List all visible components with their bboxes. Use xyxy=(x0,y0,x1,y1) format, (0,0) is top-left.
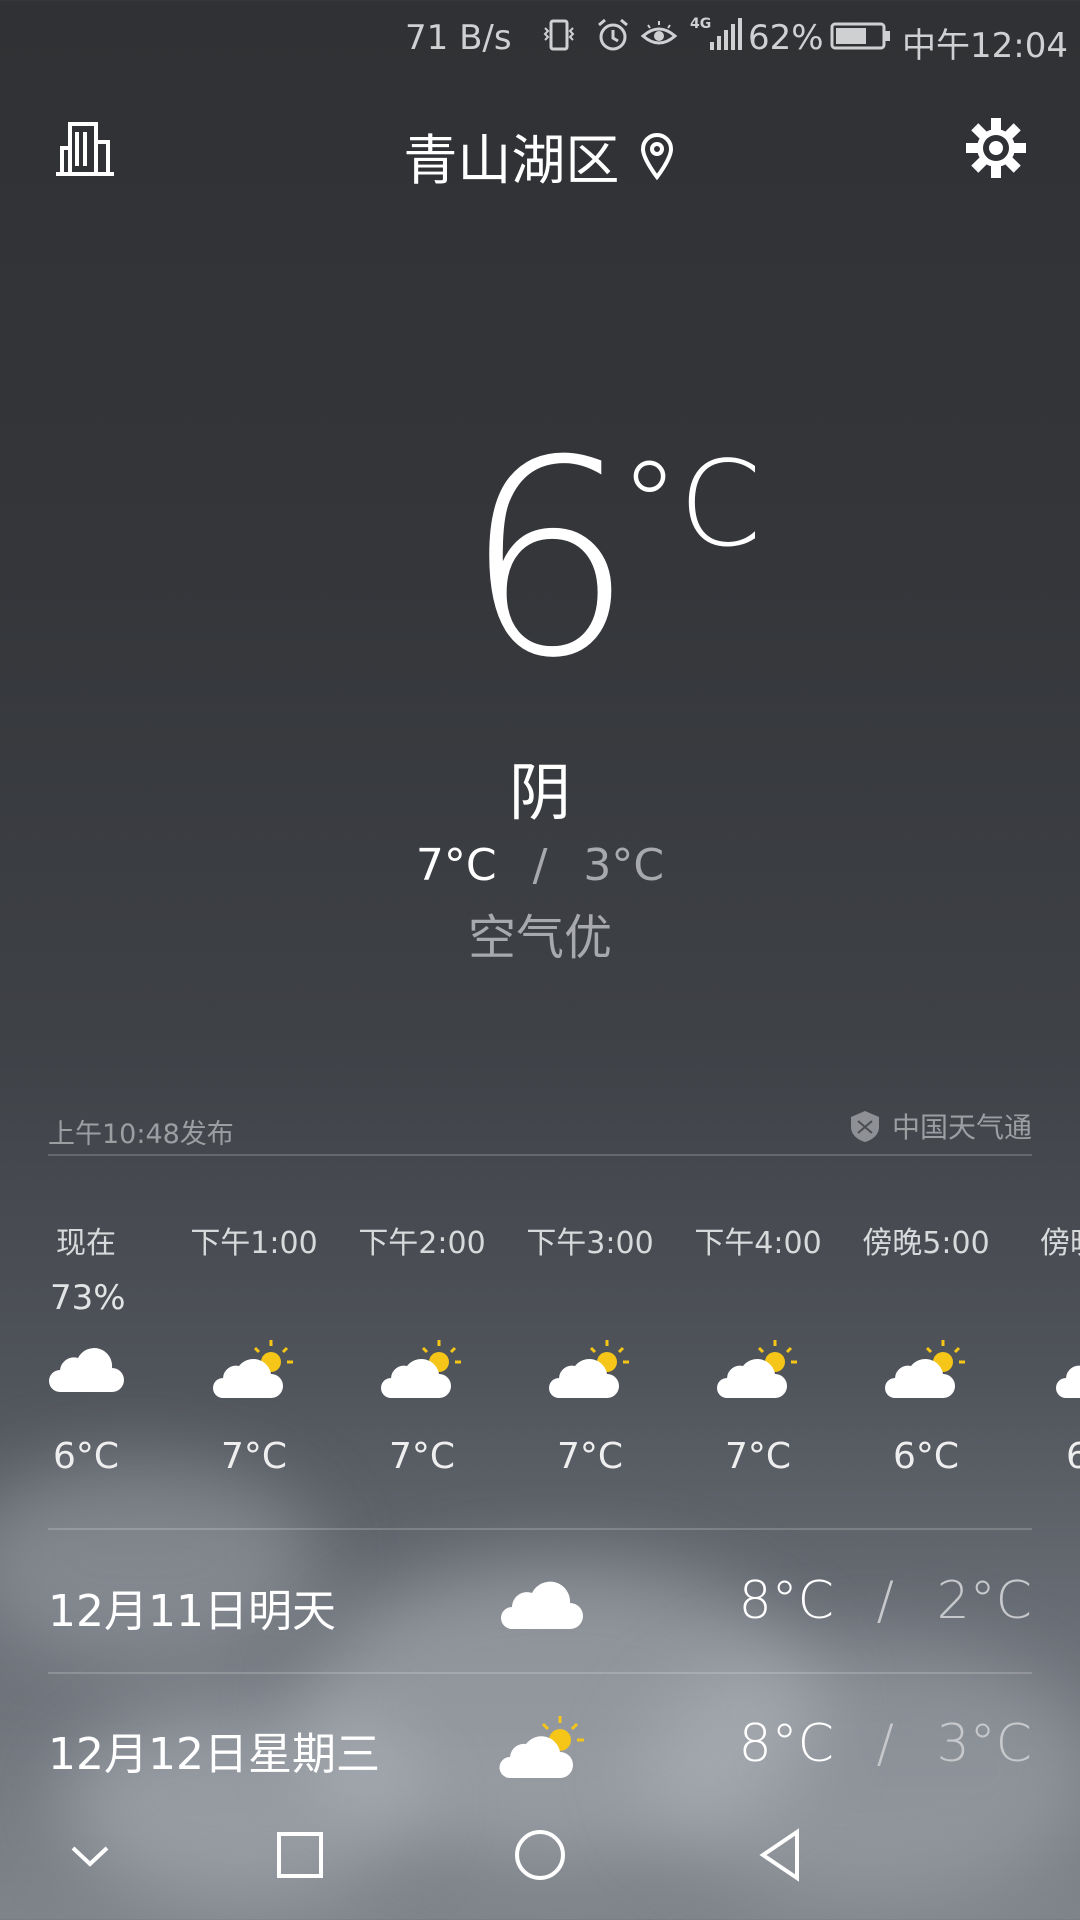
city-title[interactable]: 青山湖区 xyxy=(0,116,1080,195)
battery-icon xyxy=(830,22,890,50)
city-name: 青山湖区 xyxy=(403,129,620,192)
day-date: 12月12日星期三 xyxy=(48,1729,380,1780)
hour-temp: 7°C xyxy=(556,1436,624,1477)
current-temperature: 6 °C xyxy=(0,425,1080,705)
status-bar: 71 B/s 4G 62% 中午12:04 xyxy=(0,0,1080,78)
data-source: 中国天气通 xyxy=(848,1106,1032,1146)
source-name: 中国天气通 xyxy=(891,1111,1032,1144)
publish-time: 上午10:48发布 xyxy=(48,1119,234,1150)
battery-percent: 62% xyxy=(748,18,824,58)
hour-temp: 6 xyxy=(1066,1436,1080,1477)
hour-temp: 7°C xyxy=(388,1436,456,1477)
partly-sunny-icon xyxy=(338,1336,506,1406)
day-low: 2°C xyxy=(936,1571,1032,1631)
hour-item: 下午1:00 7°C xyxy=(170,1218,338,1477)
network-speed: 71 B/s xyxy=(405,18,512,58)
hour-time: 下午4:00 xyxy=(694,1226,822,1261)
hour-item: 下午2:00 7°C xyxy=(338,1218,506,1477)
today-high-low: 7°C / 3°C xyxy=(0,840,1080,891)
partly-sunny-icon xyxy=(170,1336,338,1406)
clock: 中午12:04 xyxy=(902,26,1068,66)
partly-sunny-icon xyxy=(506,1336,674,1406)
day-high: 8°C xyxy=(738,1714,834,1774)
back-triangle-icon[interactable] xyxy=(745,1820,815,1890)
hour-item: 下午3:00 7°C xyxy=(506,1218,674,1477)
hour-temp: 6°C xyxy=(892,1436,960,1477)
hour-item: 傍晚5:00 6°C xyxy=(842,1218,1010,1477)
location-pin-icon xyxy=(640,133,673,181)
hour-time: 傍晚5:00 xyxy=(862,1226,990,1261)
hour-temp: 7°C xyxy=(724,1436,792,1477)
day-date: 12月11日明天 xyxy=(48,1586,336,1637)
gear-icon[interactable] xyxy=(964,116,1028,180)
top-bar: 青山湖区 xyxy=(0,100,1080,200)
hour-time: 下午1:00 xyxy=(190,1226,318,1261)
day-high-low: 8°C / 2°C xyxy=(739,1571,1032,1631)
hour-item: 下午4:00 7°C xyxy=(674,1218,842,1477)
day-separator: / xyxy=(876,1714,895,1774)
eye-comfort-icon xyxy=(640,21,678,45)
partly-sunny-icon xyxy=(674,1336,842,1406)
hour-time: 现在 xyxy=(56,1226,116,1261)
navigation-bar xyxy=(0,1790,1080,1920)
recents-square-icon[interactable] xyxy=(265,1820,335,1890)
partly-sunny-icon xyxy=(498,1712,588,1782)
today-high: 7°C xyxy=(415,840,497,891)
day-separator: / xyxy=(876,1571,895,1631)
hour-humidity: 73% xyxy=(50,1278,126,1318)
collapse-chevron-icon[interactable] xyxy=(55,1820,125,1890)
signal-icon xyxy=(710,18,742,50)
hour-temp: 7°C xyxy=(220,1436,288,1477)
hour-item: 傍晚 6 xyxy=(1010,1218,1080,1477)
day-high-low: 8°C / 3°C xyxy=(739,1714,1032,1774)
today-low: 3°C xyxy=(583,840,665,891)
current-temp-value: 6 xyxy=(463,402,635,717)
cloud-icon xyxy=(498,1569,588,1639)
daily-row[interactable]: 12月11日明天 8°C / 2°C xyxy=(48,1535,1032,1675)
divider xyxy=(48,1154,1032,1156)
hour-time: 下午2:00 xyxy=(358,1226,486,1261)
day-low: 3°C xyxy=(936,1714,1032,1774)
air-quality[interactable]: 空气优 xyxy=(0,898,1080,968)
partly-sunny-icon xyxy=(842,1336,1010,1406)
current-temp-unit: °C xyxy=(620,435,762,573)
high-low-separator: / xyxy=(532,840,548,891)
partly-sunny-icon xyxy=(1054,1336,1080,1406)
hour-time: 下午3:00 xyxy=(526,1226,654,1261)
weather-condition: 阴 xyxy=(508,756,571,829)
home-circle-icon[interactable] xyxy=(505,1820,575,1890)
cloud-icon xyxy=(2,1336,170,1406)
alarm-icon xyxy=(598,18,628,51)
vibrate-icon xyxy=(543,19,575,51)
hourly-forecast[interactable]: 现在 73% 6°C 下午1:00 7°C 下午2:00 7°C 下午3:00 … xyxy=(0,1218,1080,1488)
hour-temp: 6°C xyxy=(52,1436,120,1477)
hour-item: 现在 73% 6°C xyxy=(2,1218,170,1477)
day-high: 8°C xyxy=(738,1571,834,1631)
divider xyxy=(48,1672,1032,1674)
divider xyxy=(48,1528,1032,1530)
source-logo-icon xyxy=(850,1111,879,1142)
hour-time: 傍晚 xyxy=(1040,1226,1080,1261)
